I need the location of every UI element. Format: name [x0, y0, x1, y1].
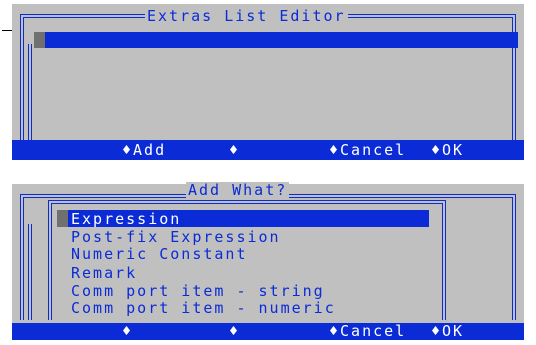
pointer-line: [2, 30, 12, 31]
list-item-comm-port-string[interactable]: Comm port item - string: [71, 282, 325, 300]
list-item-comm-port-numeric[interactable]: Comm port item - numeric: [71, 299, 336, 317]
cancel-button[interactable]: ♦Cancel: [329, 140, 406, 160]
list-item-remark[interactable]: Remark: [71, 264, 137, 282]
add-button[interactable]: ♦Add: [122, 140, 166, 160]
popup-title: Add What?: [186, 181, 290, 199]
list-item-expression[interactable]: Expression: [71, 210, 181, 228]
list-row-selected[interactable]: [34, 32, 518, 48]
text-cursor: [57, 210, 68, 227]
blank-button-1[interactable]: ♦: [122, 323, 133, 340]
function-key-bar: ♦Add ♦ ♦Cancel ♦OK: [12, 140, 524, 160]
blank-button[interactable]: ♦: [229, 140, 240, 160]
list-item-numeric-constant[interactable]: Numeric Constant: [71, 245, 248, 263]
blank-button-2[interactable]: ♦: [229, 323, 240, 340]
text-cursor: [34, 32, 45, 48]
dialog-title: Extras List Editor: [145, 7, 348, 25]
ok-button[interactable]: ♦OK: [431, 140, 464, 160]
extras-list-editor-dialog: Extras List Editor ♦Add ♦ ♦Cancel ♦OK: [12, 4, 524, 160]
function-key-bar: ♦ ♦ ♦Cancel ♦OK: [12, 323, 524, 340]
cancel-button[interactable]: ♦Cancel: [329, 323, 406, 340]
list-item-postfix-expression[interactable]: Post-fix Expression: [71, 228, 281, 246]
ok-button[interactable]: ♦OK: [431, 323, 464, 340]
add-what-dialog: Add What? Expression Post-fix Expression…: [12, 181, 524, 340]
